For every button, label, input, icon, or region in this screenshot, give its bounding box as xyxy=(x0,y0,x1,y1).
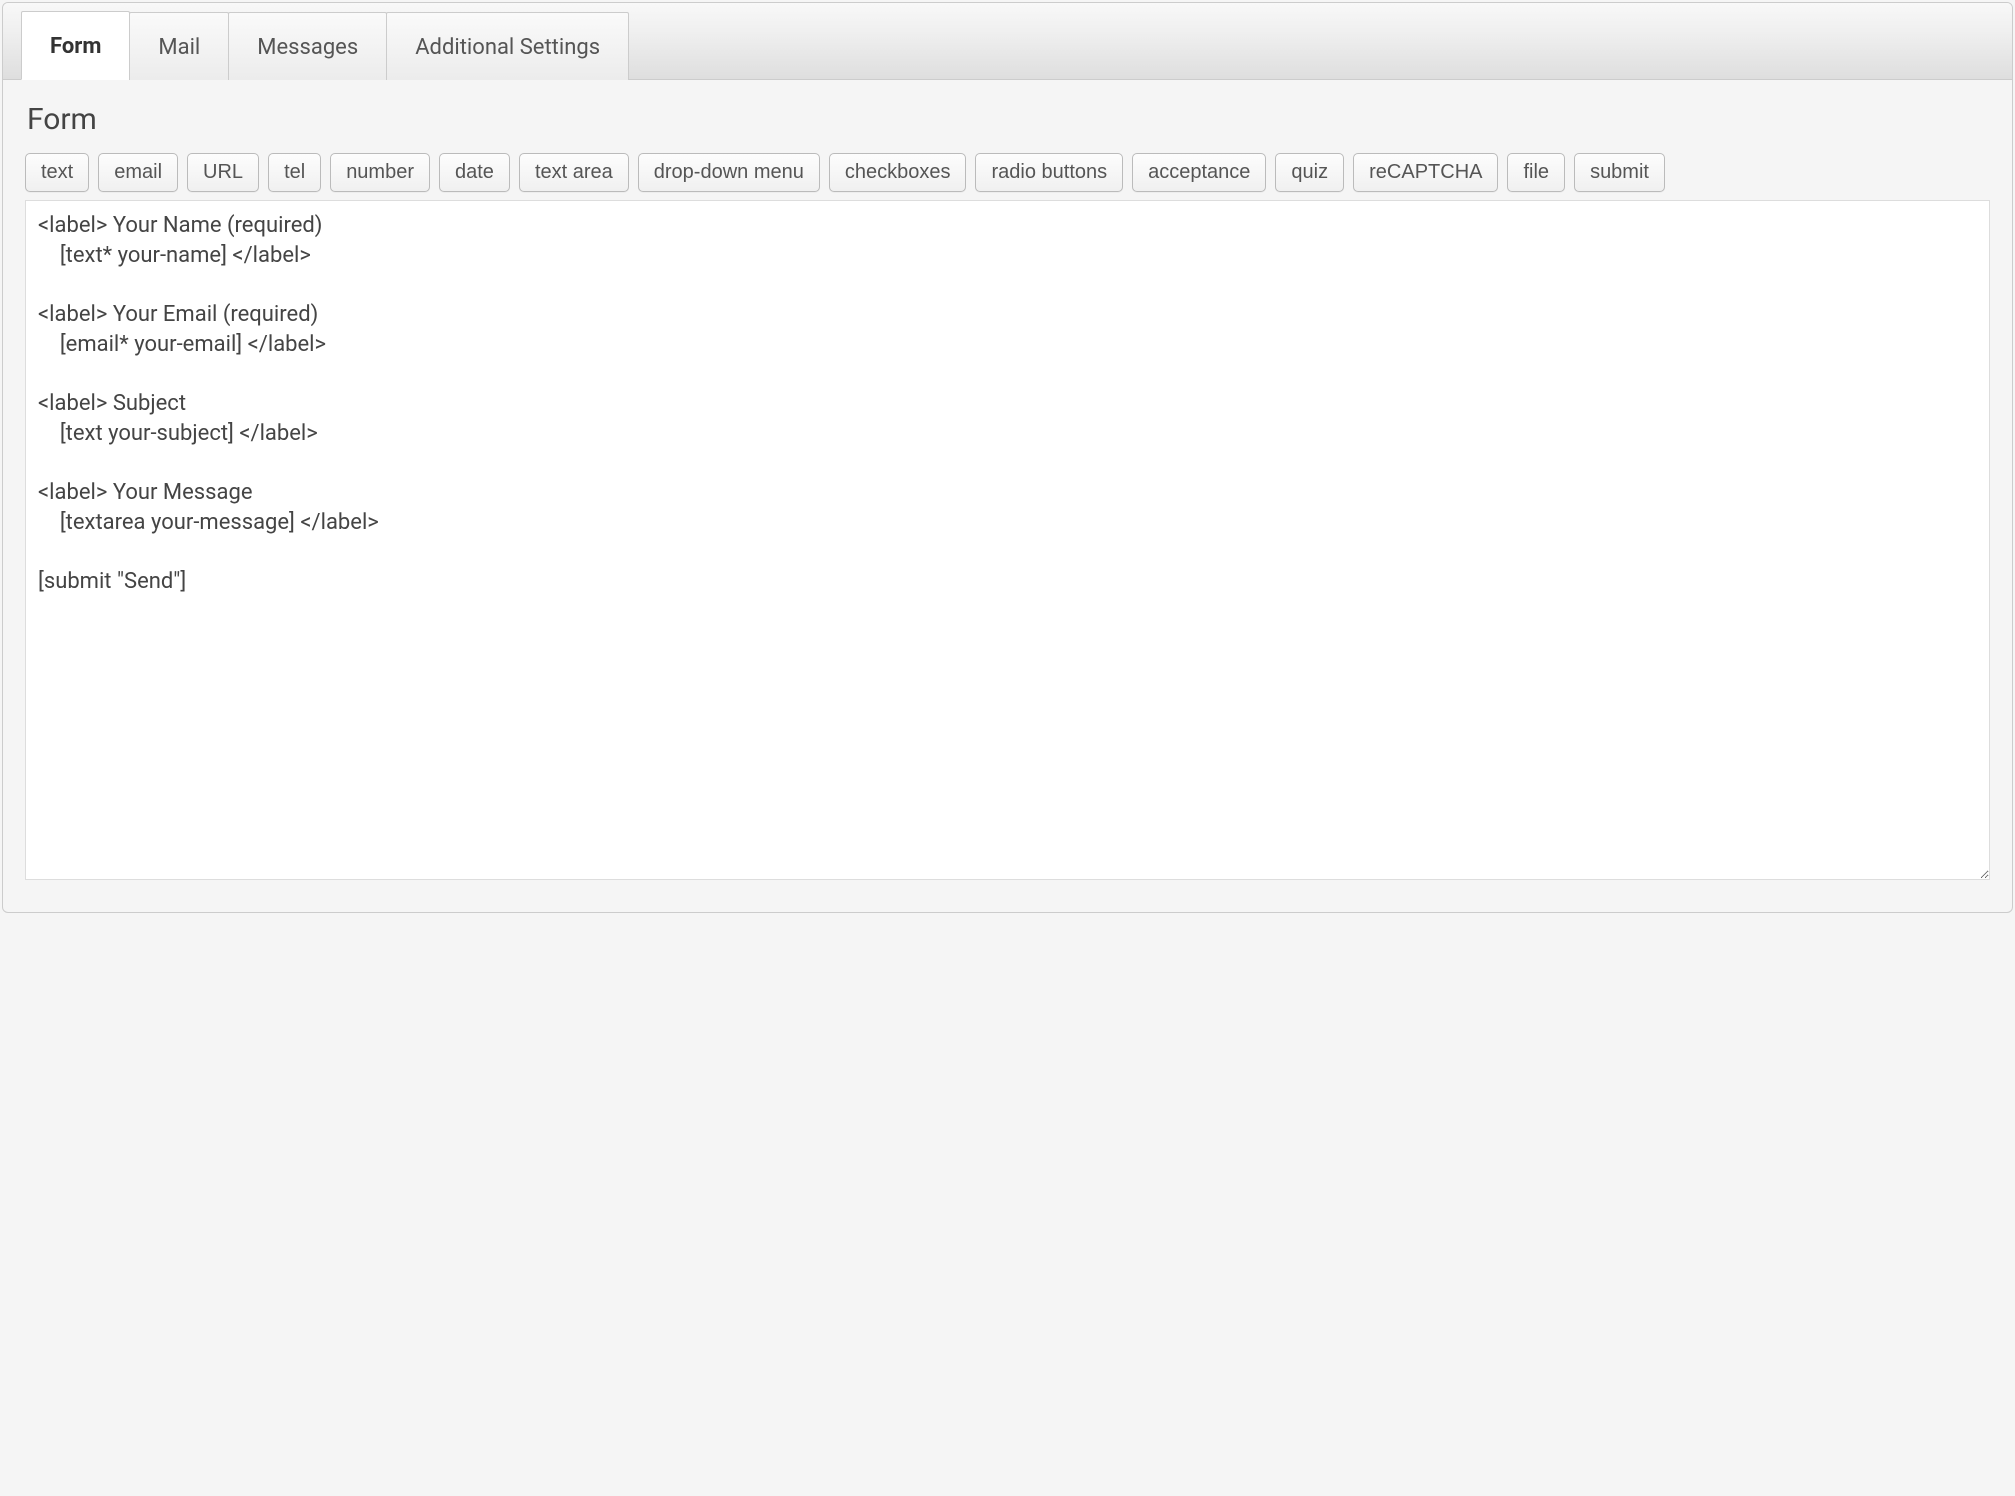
tag-btn-radio[interactable]: radio buttons xyxy=(975,153,1123,192)
tag-btn-acceptance[interactable]: acceptance xyxy=(1132,153,1266,192)
tag-btn-url[interactable]: URL xyxy=(187,153,259,192)
tag-btn-checkboxes[interactable]: checkboxes xyxy=(829,153,967,192)
tag-btn-text[interactable]: text xyxy=(25,153,89,192)
tag-btn-quiz[interactable]: quiz xyxy=(1275,153,1344,192)
tab-messages[interactable]: Messages xyxy=(228,12,387,80)
tag-btn-tel[interactable]: tel xyxy=(268,153,321,192)
tag-btn-textarea[interactable]: text area xyxy=(519,153,629,192)
tag-btn-number[interactable]: number xyxy=(330,153,430,192)
tag-generator-buttons: text email URL tel number date text area… xyxy=(25,153,1990,192)
tab-form[interactable]: Form xyxy=(21,11,130,80)
tag-btn-recaptcha[interactable]: reCAPTCHA xyxy=(1353,153,1498,192)
tab-additional-settings[interactable]: Additional Settings xyxy=(386,12,629,80)
tag-btn-submit[interactable]: submit xyxy=(1574,153,1665,192)
section-title: Form xyxy=(27,102,1990,137)
tab-strip: Form Mail Messages Additional Settings xyxy=(3,3,2012,80)
contact-form-panel: Form Mail Messages Additional Settings F… xyxy=(2,2,2013,913)
tag-btn-file[interactable]: file xyxy=(1507,153,1565,192)
tag-btn-email[interactable]: email xyxy=(98,153,178,192)
tag-btn-dropdown[interactable]: drop-down menu xyxy=(638,153,820,192)
form-template-editor[interactable] xyxy=(25,200,1990,880)
tag-btn-date[interactable]: date xyxy=(439,153,510,192)
tab-mail[interactable]: Mail xyxy=(129,12,229,80)
tab-body: Form text email URL tel number date text… xyxy=(3,80,2012,912)
